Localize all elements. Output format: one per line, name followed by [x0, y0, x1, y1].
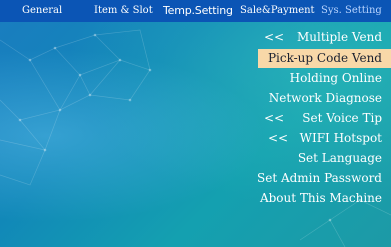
tab-sale-payment[interactable]: Sale&Payment: [240, 0, 315, 22]
menu-item-set-voice-tip[interactable]: Set Voice Tip: [302, 109, 382, 128]
menu-item-set-admin-password[interactable]: Set Admin Password: [257, 169, 382, 188]
tab-bar: General Item & Slot Temp.Setting Sale&Pa…: [0, 0, 391, 22]
menu-item-wifi-hotspot[interactable]: WIFI Hotspot: [300, 129, 382, 148]
menu-item-network-diagnose[interactable]: Network Diagnose: [269, 89, 382, 108]
menu-item-pickup-code-vend[interactable]: Pick-up Code Vend: [258, 49, 391, 68]
menu-item-holding-online[interactable]: Holding Online: [290, 69, 382, 88]
menu-item-about-this-machine[interactable]: About This Machine: [260, 189, 382, 208]
menu-item-set-language[interactable]: Set Language: [298, 149, 382, 168]
submenu-arrow-icon: <<: [264, 30, 285, 44]
submenu-arrow-icon: <<: [264, 111, 285, 125]
tab-item-slot[interactable]: Item & Slot: [94, 0, 153, 22]
menu-item-multiple-vend[interactable]: Multiple Vend: [297, 28, 382, 47]
tab-general[interactable]: General: [22, 0, 62, 22]
tab-sys-setting[interactable]: Sys. Setting: [321, 0, 382, 22]
tab-temp-setting[interactable]: Temp.Setting: [163, 0, 233, 22]
submenu-arrow-icon: <<: [268, 131, 289, 145]
settings-screen: General Item & Slot Temp.Setting Sale&Pa…: [0, 0, 391, 247]
